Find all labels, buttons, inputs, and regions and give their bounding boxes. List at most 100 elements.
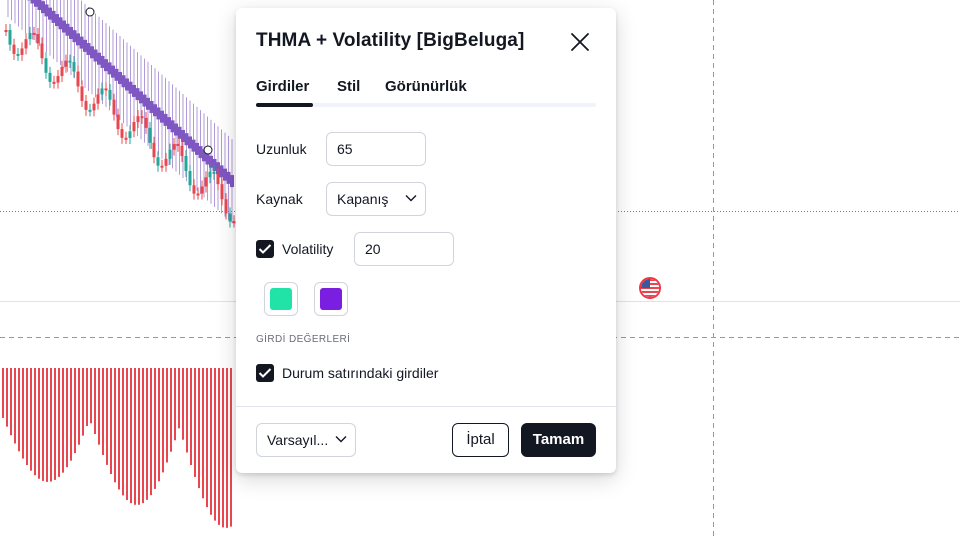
- candle-body: [220, 184, 224, 200]
- candle-body: [140, 116, 144, 119]
- candle-body: [176, 143, 180, 146]
- band-candle: [104, 59, 108, 72]
- source-select[interactable]: Kapanış: [326, 182, 426, 216]
- source-select-value: Kapanış: [337, 191, 389, 207]
- candle-body: [128, 131, 132, 139]
- volatility-input[interactable]: [354, 232, 454, 266]
- band-candle: [230, 175, 234, 188]
- candle-body: [84, 100, 88, 110]
- candle-body: [112, 99, 116, 115]
- candle-body: [12, 44, 16, 54]
- band-candle: [76, 33, 80, 46]
- candle-body: [184, 156, 188, 172]
- band-candle: [86, 43, 91, 56]
- band-candle: [191, 139, 196, 152]
- band-candle: [69, 26, 73, 39]
- band-candle: [128, 81, 133, 94]
- band-candle: [153, 104, 157, 117]
- candle-body: [40, 43, 44, 59]
- band-candle: [146, 97, 150, 110]
- band-candle: [83, 39, 87, 52]
- band-candle: [90, 46, 94, 59]
- ok-button[interactable]: Tamam: [521, 423, 596, 457]
- tab-inputs[interactable]: Girdiler: [256, 78, 309, 95]
- band-candle: [51, 10, 56, 23]
- chevron-down-icon: [405, 194, 417, 202]
- candle-body: [192, 185, 196, 194]
- defaults-dropdown[interactable]: Varsayıl...: [256, 423, 356, 457]
- defaults-dropdown-label: Varsayıl...: [267, 432, 329, 448]
- candle-body: [144, 117, 148, 128]
- candle-body: [8, 30, 12, 45]
- active-tab-indicator: [256, 103, 313, 107]
- candle-body: [196, 193, 200, 196]
- band-candle: [135, 88, 140, 101]
- band-candle: [37, 0, 42, 10]
- band-candle: [125, 78, 129, 91]
- candle-body: [56, 76, 60, 83]
- candle-body: [100, 88, 104, 95]
- band-candle: [219, 165, 224, 178]
- band-candle: [139, 91, 143, 104]
- close-icon[interactable]: [570, 32, 590, 52]
- band-candle: [167, 117, 171, 130]
- band-candle: [132, 84, 136, 97]
- candle-body: [160, 165, 164, 168]
- volatility-histogram: [2, 368, 232, 528]
- candle-body: [188, 171, 192, 186]
- candle-body: [64, 60, 68, 67]
- band-candle: [62, 20, 66, 33]
- band-candle: [118, 72, 122, 85]
- candle-body: [88, 109, 92, 112]
- thma-volatility-band: [7, 0, 234, 224]
- band-candle: [163, 113, 168, 126]
- indicator-settings-dialog: THMA + Volatility [BigBeluga] Girdiler S…: [236, 8, 616, 473]
- band-candle: [188, 136, 192, 149]
- candle-body: [120, 129, 124, 138]
- band-candle: [174, 123, 178, 136]
- candle-body: [216, 173, 220, 185]
- cancel-button[interactable]: İptal: [452, 423, 509, 457]
- tab-visibility[interactable]: Görünürlük: [385, 78, 467, 95]
- candle-body: [68, 60, 72, 63]
- band-candle: [177, 126, 182, 139]
- band-marker: [203, 145, 213, 155]
- candle-body: [200, 186, 204, 194]
- candle-body: [16, 53, 20, 56]
- candle-body: [132, 122, 136, 132]
- settings-tabs: Girdiler Stil Görünürlük: [256, 78, 596, 108]
- band-marker: [85, 7, 95, 17]
- color-swatch-1[interactable]: [264, 282, 298, 316]
- band-candle: [48, 7, 52, 20]
- status-line-inputs-label: Durum satırındaki girdiler: [282, 365, 439, 381]
- candle-body: [104, 88, 108, 91]
- section-input-values-label: GİRDİ DEĞERLERİ: [256, 334, 351, 345]
- band-candle: [223, 168, 227, 181]
- candle-body: [92, 103, 96, 111]
- us-flag-icon[interactable]: [639, 277, 661, 299]
- band-candle: [93, 49, 98, 62]
- length-input[interactable]: [326, 132, 426, 166]
- candle-body: [180, 145, 184, 157]
- band-candle: [72, 30, 77, 43]
- candle-body: [44, 58, 48, 73]
- candle-body: [52, 81, 56, 84]
- candle-body: [148, 127, 152, 143]
- band-candle: [100, 55, 105, 68]
- candle-body: [136, 116, 140, 123]
- source-label: Kaynak: [256, 191, 303, 207]
- status-line-inputs-checkbox[interactable]: [256, 364, 274, 382]
- volatility-checkbox[interactable]: [256, 240, 274, 258]
- candle-body: [208, 171, 212, 178]
- candle-body: [72, 61, 76, 72]
- tab-style[interactable]: Stil: [337, 78, 360, 95]
- band-candle: [34, 0, 38, 7]
- band-candle: [160, 110, 164, 123]
- candle-body: [108, 89, 112, 100]
- candle-body: [212, 171, 216, 174]
- candle-body: [80, 86, 84, 101]
- dialog-title: THMA + Volatility [BigBeluga]: [256, 30, 525, 51]
- candle-body: [124, 137, 128, 140]
- color-swatch-2[interactable]: [314, 282, 348, 316]
- chevron-down-icon: [335, 435, 347, 443]
